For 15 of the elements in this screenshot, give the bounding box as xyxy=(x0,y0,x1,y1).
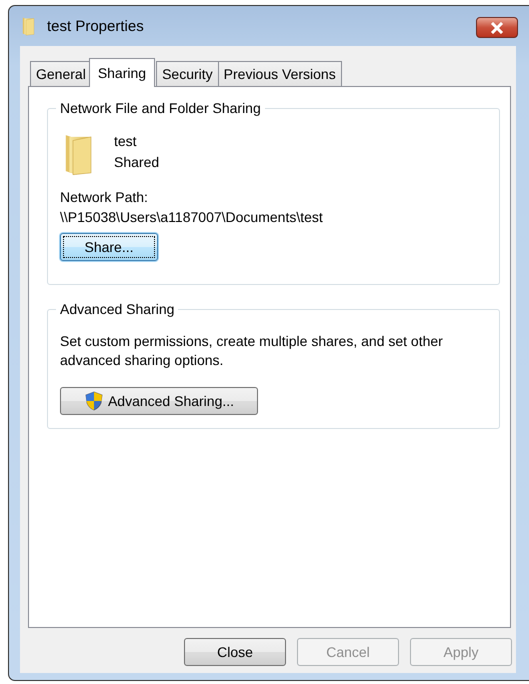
tab[interactable]: Security xyxy=(156,61,219,86)
folder-name: test xyxy=(114,132,138,151)
tab[interactable]: General xyxy=(30,61,92,86)
shield-icon xyxy=(84,391,104,411)
share-status: Shared xyxy=(114,153,160,172)
window-title: test Properties xyxy=(47,18,144,34)
dialog-button[interactable]: Close xyxy=(184,638,286,666)
tab[interactable]: Previous Versions xyxy=(218,61,342,86)
path-label: Network Path: xyxy=(60,188,149,207)
network-path: \\P15038\Users\a1187007\Documents\test xyxy=(60,208,324,227)
share-button[interactable]: Share... xyxy=(60,233,158,261)
tab[interactable]: Sharing xyxy=(88,58,156,87)
description-text: Set custom permissions, create multiple shares, and set other advanced sharing options. xyxy=(60,332,444,370)
advanced-sharing-button[interactable]: Advanced Sharing... xyxy=(60,387,258,415)
close-icon[interactable] xyxy=(476,17,518,38)
